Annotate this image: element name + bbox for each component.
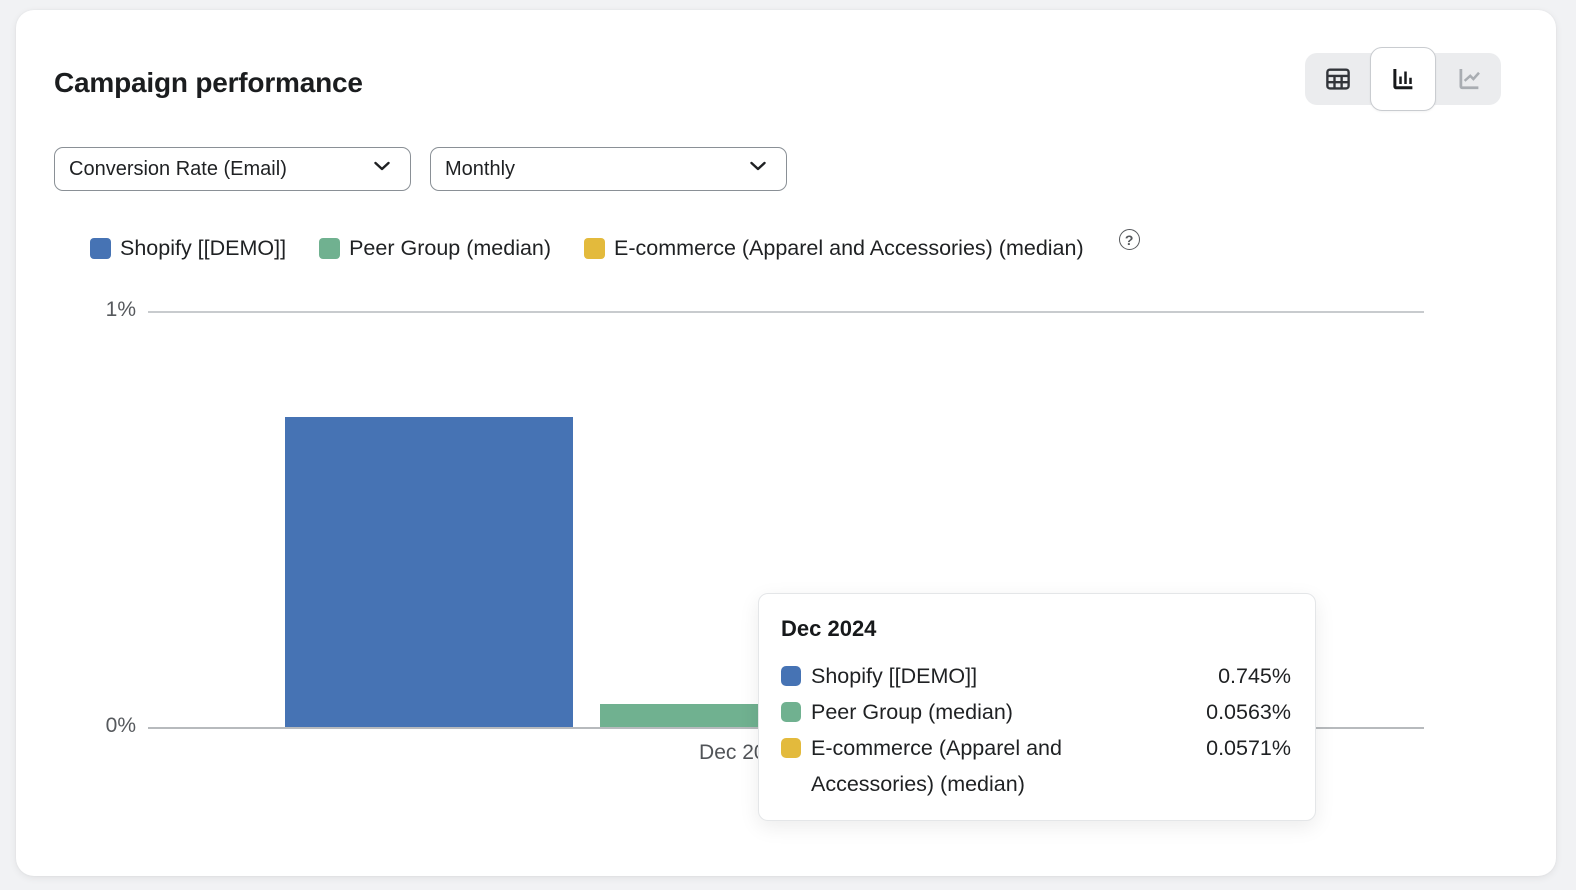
tooltip-label: Shopify [[DEMO]] <box>811 658 1141 694</box>
table-icon <box>1323 64 1353 94</box>
chevron-down-icon <box>746 154 770 184</box>
tooltip-swatch-ecommerce <box>781 738 801 758</box>
legend-item-ecommerce[interactable]: E-commerce (Apparel and Accessories) (me… <box>584 236 1084 261</box>
legend-swatch-ecommerce <box>584 238 605 259</box>
legend-item-peer-group[interactable]: Peer Group (median) <box>319 236 551 261</box>
line-chart-view-button[interactable] <box>1436 53 1501 105</box>
period-select-value: Monthly <box>445 158 515 181</box>
y-axis-tick-1pct: 1% <box>52 298 136 322</box>
table-view-button[interactable] <box>1305 53 1370 105</box>
bar-series-0[interactable] <box>285 417 573 727</box>
view-toggle-group <box>1305 53 1501 105</box>
chart-legend: Shopify [[DEMO]] Peer Group (median) E-c… <box>90 236 1140 261</box>
metric-select[interactable]: Conversion Rate (Email) <box>54 147 411 191</box>
legend-label: Shopify [[DEMO]] <box>120 236 286 261</box>
period-select[interactable]: Monthly <box>430 147 787 191</box>
tooltip-label: E-commerce (Apparel and Accessories) (me… <box>811 730 1141 802</box>
tooltip-swatch-peer-group <box>781 702 801 722</box>
bar-chart-view-button[interactable] <box>1370 47 1436 111</box>
chevron-down-icon <box>370 154 394 184</box>
tooltip-label: Peer Group (median) <box>811 694 1141 730</box>
y-axis-tick-0pct: 0% <box>52 714 136 738</box>
tooltip-title: Dec 2024 <box>781 614 1291 644</box>
gridline-1pct <box>148 311 1424 313</box>
legend-swatch-peer-group <box>319 238 340 259</box>
tooltip-row-ecommerce: E-commerce (Apparel and Accessories) (me… <box>781 730 1291 802</box>
chart-tooltip: Dec 2024 Shopify [[DEMO]] 0.745% Peer Gr… <box>758 593 1316 821</box>
tooltip-value: 0.0571% <box>1206 730 1291 766</box>
help-icon[interactable]: ? <box>1119 229 1140 250</box>
legend-item-shopify[interactable]: Shopify [[DEMO]] <box>90 236 286 261</box>
tooltip-value: 0.0563% <box>1206 694 1291 730</box>
line-chart-icon <box>1454 64 1484 94</box>
legend-swatch-shopify <box>90 238 111 259</box>
bar-chart-icon <box>1388 64 1418 94</box>
metric-select-value: Conversion Rate (Email) <box>69 158 287 181</box>
campaign-performance-card: Campaign performance <box>16 10 1556 876</box>
page-title: Campaign performance <box>54 66 363 100</box>
legend-label: Peer Group (median) <box>349 236 551 261</box>
tooltip-swatch-shopify <box>781 666 801 686</box>
legend-label: E-commerce (Apparel and Accessories) (me… <box>614 236 1084 261</box>
tooltip-row-shopify: Shopify [[DEMO]] 0.745% <box>781 658 1291 694</box>
tooltip-row-peer-group: Peer Group (median) 0.0563% <box>781 694 1291 730</box>
tooltip-value: 0.745% <box>1218 658 1291 694</box>
